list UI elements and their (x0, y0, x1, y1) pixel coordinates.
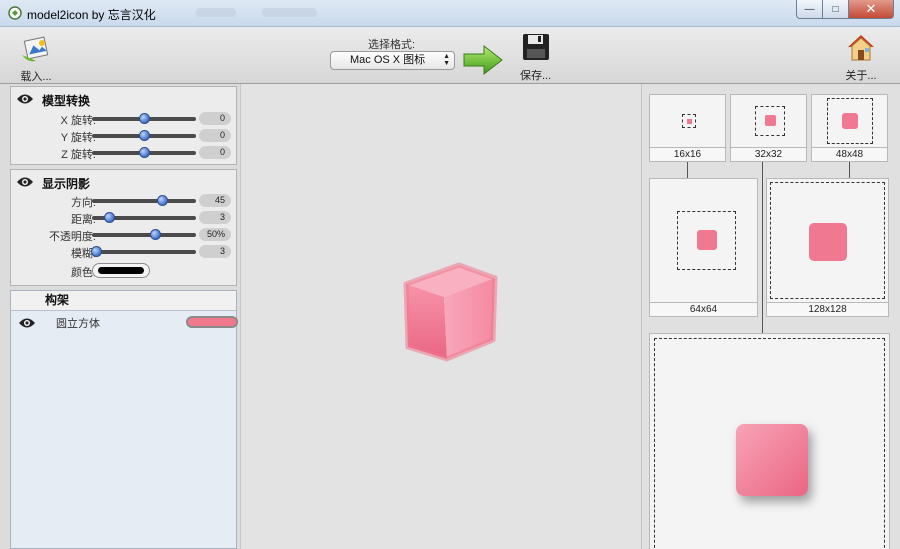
cube-thumbnail (687, 119, 692, 124)
home-icon (845, 32, 877, 65)
slider-value[interactable]: 3 (199, 245, 231, 258)
connector-line (762, 162, 763, 333)
load-button[interactable]: 载入... (20, 33, 52, 84)
slider-label: Z 旋转: (61, 149, 96, 161)
slider-value[interactable]: 0 (199, 146, 231, 159)
shadow-color-swatch[interactable] (92, 263, 150, 278)
slider-label: X 旋转: (60, 115, 96, 127)
minimize-button[interactable]: — (796, 0, 823, 19)
blurred-title-fragment (196, 8, 236, 17)
slider-knob[interactable] (150, 229, 162, 240)
slider-row: Y 旋转: 0 (11, 128, 238, 144)
slider-value[interactable]: 0 (199, 112, 231, 125)
slider-value[interactable]: 45 (199, 194, 231, 207)
slider-knob[interactable] (156, 195, 168, 206)
left-panel: 模型转换 X 旋转: 0 Y 旋转: 0 Z 旋转: 0 显示阴影 方向: 45… (0, 84, 240, 549)
3d-viewport[interactable] (240, 84, 641, 549)
size-label: 64x64 (650, 302, 757, 316)
close-icon: ✕ (865, 1, 877, 16)
color-row: 颜色: (11, 263, 238, 279)
title-bar[interactable]: model2icon by 忘言汉化 — □ ✕ (0, 0, 900, 27)
eye-icon[interactable] (16, 93, 34, 108)
preview-32[interactable]: 32x32 (730, 94, 807, 162)
save-label: 保存... (520, 70, 552, 82)
slider-value[interactable]: 3 (199, 211, 231, 224)
y-rotation-slider[interactable] (92, 130, 196, 141)
slider-row: 方向: 45 (11, 193, 238, 209)
blur-slider[interactable] (91, 246, 196, 257)
save-disk-icon (521, 32, 551, 65)
window-controls: — □ ✕ (796, 0, 894, 20)
scene-tree: 构架 圆立方体 (10, 290, 238, 549)
slider-knob[interactable] (91, 246, 103, 257)
slider-row: 不透明度: 50% (11, 227, 238, 243)
list-item[interactable]: 圆立方体 (14, 314, 238, 332)
z-rotation-slider[interactable] (92, 147, 196, 158)
size-label: 32x32 (731, 147, 806, 161)
slider-value[interactable]: 50% (199, 228, 231, 241)
maximize-icon: □ (832, 3, 839, 15)
connector-line (687, 162, 688, 178)
window-title: model2icon by 忘言汉化 (27, 8, 156, 22)
preview-large[interactable] (649, 333, 890, 549)
eye-icon[interactable] (18, 317, 36, 332)
app-icon (8, 6, 22, 20)
size-label: 16x16 (650, 147, 725, 161)
distance-slider[interactable] (92, 212, 196, 223)
cube-thumbnail (736, 424, 808, 496)
preview-64[interactable]: 64x64 (649, 178, 758, 317)
opacity-slider[interactable] (92, 229, 196, 240)
connector-line (849, 162, 850, 178)
slider-row: 模糊: 3 (11, 244, 238, 260)
slider-row: 距离: 3 (11, 210, 238, 226)
minimize-icon: — (804, 3, 815, 15)
load-label: 载入... (20, 71, 52, 83)
maximize-button[interactable]: □ (823, 0, 849, 19)
cube-thumbnail (697, 230, 717, 250)
save-button[interactable]: 保存... (520, 32, 551, 83)
cube-render (403, 262, 498, 362)
transform-group: 模型转换 X 旋转: 0 Y 旋转: 0 Z 旋转: 0 (10, 86, 237, 165)
about-button[interactable]: 关于... (845, 32, 877, 83)
shadow-group: 显示阴影 方向: 45 距离: 3 不透明度: 50% 模糊: 3 颜色: (10, 169, 237, 286)
load-icon (20, 33, 52, 66)
size-label: 48x48 (812, 147, 887, 161)
transform-title: 模型转换 (42, 93, 91, 108)
close-button[interactable]: ✕ (849, 0, 894, 19)
slider-knob[interactable] (139, 147, 150, 158)
cube-thumbnail (809, 223, 847, 261)
select-arrows-icon: ▲ ▼ (443, 53, 450, 67)
object-color-swatch[interactable] (186, 316, 238, 328)
slider-row: Z 旋转: 0 (11, 145, 238, 161)
preview-48[interactable]: 48x48 (811, 94, 888, 162)
preview-panel: 16x16 32x32 48x48 64x64 128x128 (641, 84, 900, 549)
slider-knob[interactable] (139, 113, 150, 124)
toolbar: 载入... 选择格式: Mac OS X 图标 ▲ ▼ 保存... 关于... (0, 27, 900, 84)
shadow-header: 显示阴影 (16, 176, 91, 191)
format-selected-value: Mac OS X 图标 (350, 54, 426, 66)
slider-row: X 旋转: 0 (11, 111, 238, 127)
convert-arrow-icon[interactable] (462, 44, 504, 79)
preview-16[interactable]: 16x16 (649, 94, 726, 162)
preview-128[interactable]: 128x128 (766, 178, 889, 317)
blurred-title-fragment (262, 8, 317, 17)
transform-header: 模型转换 (16, 93, 91, 108)
slider-label: Y 旋转: (60, 132, 96, 144)
shadow-title: 显示阴影 (42, 176, 91, 191)
direction-slider[interactable] (92, 195, 196, 206)
about-label: 关于... (845, 70, 877, 82)
object-name: 圆立方体 (56, 318, 100, 330)
tree-title: 构架 (11, 291, 236, 311)
format-title: 选择格式: (368, 39, 416, 51)
cube-thumbnail (842, 113, 858, 129)
format-select[interactable]: Mac OS X 图标 ▲ ▼ (330, 51, 455, 70)
slider-value[interactable]: 0 (199, 129, 231, 142)
slider-label: 不透明度: (48, 231, 96, 243)
size-label: 128x128 (767, 302, 888, 316)
x-rotation-slider[interactable] (92, 113, 196, 124)
slider-knob[interactable] (103, 212, 115, 223)
eye-icon[interactable] (16, 176, 34, 191)
cube-thumbnail (765, 115, 776, 126)
slider-knob[interactable] (139, 130, 150, 141)
